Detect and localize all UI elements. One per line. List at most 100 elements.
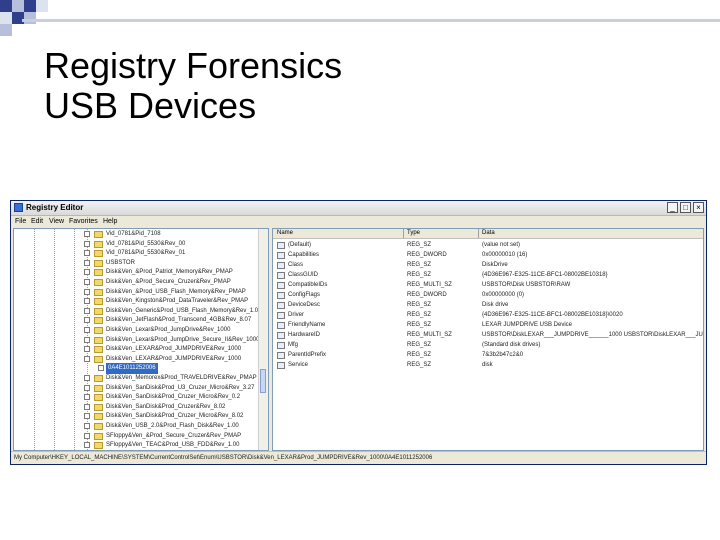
folder-icon [94,231,103,238]
expand-toggle-icon[interactable] [84,231,90,237]
value-data: disk [482,362,493,368]
deco-square [12,12,24,24]
regedit-app-icon [14,203,23,212]
registry-value-icon [277,312,285,319]
folder-icon [94,269,103,277]
tree-scrollbar-thumb[interactable] [260,369,266,393]
folder-icon [94,250,103,258]
folder-icon [94,259,103,267]
value-row[interactable]: Service REG_SZ disk [273,360,703,371]
expand-toggle-icon[interactable] [84,375,90,381]
folder-icon [94,403,103,411]
status-bar: My Computer\HKEY_LOCAL_MACHINE\SYSTEM\Cu… [11,451,706,464]
expand-toggle-icon[interactable] [84,307,90,314]
header-rule [22,19,720,22]
expand-toggle-icon[interactable] [84,394,90,401]
folder-icon [94,279,103,286]
folder-icon [94,317,103,325]
registry-value-icon [277,332,285,339]
values-pane[interactable]: Name Type Data (Default) REG_SZ (value not… [272,228,704,451]
key-tree-pane[interactable]: Vid_0781&Pid_7108 Vid_0781&Pid_5530&Rev_0… [13,228,269,451]
expand-toggle-icon[interactable] [84,317,90,324]
title-line-2: USB Devices [44,85,257,126]
expand-toggle-icon[interactable] [84,279,90,285]
tree-item-label: SFloppy&Ven_TEAC&Prod_USB_FDD&Rev_1.00 [106,442,240,449]
expand-toggle-icon[interactable] [84,403,90,410]
registry-value-icon [277,272,285,279]
folder-icon [94,327,103,334]
menu-bar: File Edit View Favorites Help [11,216,706,227]
expand-toggle-icon[interactable] [84,298,90,305]
menu-edit[interactable]: Edit [31,216,43,227]
deco-square [24,0,36,12]
registry-editor-window: Registry Editor _ □ × File Edit View Fav… [10,200,707,465]
expand-toggle-icon[interactable] [84,442,90,449]
status-path: My Computer\HKEY_LOCAL_MACHINE\SYSTEM\Cu… [14,455,433,461]
column-separator[interactable] [478,229,479,238]
title-line-1: Registry Forensics [44,45,343,86]
value-type: REG_SZ [407,362,432,368]
deco-square [0,0,12,12]
folder-icon [94,375,103,382]
deco-square [36,0,48,12]
expand-toggle-icon[interactable] [84,259,90,266]
expand-toggle-icon[interactable] [84,327,90,333]
folder-icon [94,307,103,315]
folder-icon [94,432,103,440]
registry-value-icon [277,262,285,269]
menu-help[interactable]: Help [103,216,117,227]
folder-icon [94,355,103,363]
expand-toggle-icon[interactable] [84,423,90,429]
folder-icon [94,288,103,296]
registry-value-icon [277,302,285,309]
expand-toggle-icon[interactable] [84,269,90,276]
folder-icon [94,298,103,306]
folder-icon [94,394,103,402]
folder-icon [94,336,103,344]
column-header-type[interactable]: Type [407,229,420,238]
registry-value-icon [277,362,285,369]
registry-value-icon [277,322,285,329]
expand-toggle-icon[interactable] [84,413,90,420]
registry-value-icon [277,342,285,349]
expand-toggle-icon[interactable] [84,346,90,353]
deco-square [24,12,36,24]
folder-icon [94,240,103,248]
expand-toggle-icon[interactable] [84,240,90,247]
registry-value-icon [277,352,285,359]
maximize-button[interactable]: □ [680,202,691,213]
folder-icon [94,413,103,421]
deco-square [0,12,12,24]
registry-value-icon [277,292,285,299]
expand-toggle-icon[interactable] [84,432,90,439]
folder-icon [94,346,103,354]
expand-toggle-icon[interactable] [84,288,90,295]
values-header: Name Type Data [273,229,703,239]
menu-favorites[interactable]: Favorites [69,216,98,227]
deco-square [0,24,12,36]
folder-icon [94,384,103,392]
expand-toggle-icon[interactable] [84,384,90,391]
menu-view[interactable]: View [49,216,64,227]
column-separator[interactable] [403,229,404,238]
folder-icon [94,442,103,450]
expand-toggle-icon[interactable] [84,355,90,362]
deco-square [12,0,24,12]
menu-file[interactable]: File [15,216,26,227]
value-name: Service [288,362,309,368]
window-titlebar[interactable]: Registry Editor _ □ × [11,201,706,216]
registry-value-icon [277,242,285,249]
close-button[interactable]: × [693,202,704,213]
expand-toggle-icon[interactable] [98,365,104,372]
registry-value-icon [277,282,285,289]
expand-toggle-icon[interactable] [84,336,90,343]
slide-title: Registry Forensics USB Devices [44,46,342,126]
expand-toggle-icon[interactable] [84,250,90,257]
folder-icon [94,423,103,430]
window-title: Registry Editor [26,203,84,212]
tree-scrollbar[interactable] [258,229,268,450]
minimize-button[interactable]: _ [667,202,678,213]
column-header-data[interactable]: Data [482,229,495,238]
column-header-name[interactable]: Name [277,229,293,238]
tree-item[interactable]: SFloppy&Ven_TEAC&Prod_USB_FDD&Rev_1.00 [14,440,264,450]
